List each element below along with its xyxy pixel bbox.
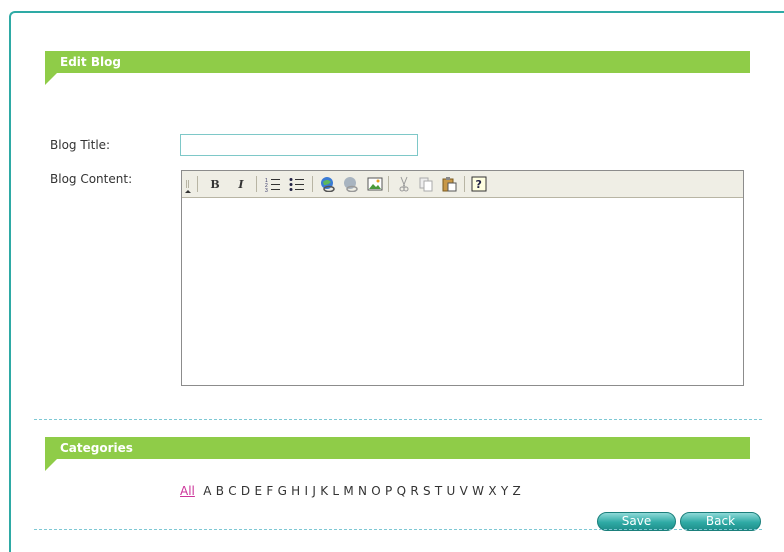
filter-letter-link[interactable]: Z xyxy=(512,484,520,498)
filter-letter-link[interactable]: U xyxy=(447,484,456,498)
insert-image-icon[interactable] xyxy=(367,176,383,192)
filter-letter-link[interactable]: F xyxy=(266,484,273,498)
remove-link-icon[interactable] xyxy=(343,176,359,192)
help-icon[interactable]: ? xyxy=(471,176,487,192)
filter-letter-link[interactable]: C xyxy=(228,484,236,498)
header-tail-decoration xyxy=(45,459,57,471)
filter-letter-link[interactable]: X xyxy=(488,484,496,498)
filter-letter-link[interactable]: J xyxy=(312,484,316,498)
section-divider xyxy=(34,419,762,420)
rich-text-editor: B I 123 ? xyxy=(181,170,744,386)
ordered-list-icon[interactable]: 123 xyxy=(265,176,281,192)
editor-toolbar: B I 123 ? xyxy=(182,171,743,198)
filter-letter-link[interactable]: K xyxy=(320,484,328,498)
filter-letter-link[interactable]: H xyxy=(291,484,300,498)
filter-letter-link[interactable]: L xyxy=(332,484,339,498)
toolbar-separator xyxy=(256,176,257,192)
filter-letter-link[interactable]: P xyxy=(385,484,392,498)
section-divider xyxy=(34,529,762,530)
toolbar-separator xyxy=(464,176,465,192)
toolbar-separator xyxy=(197,176,198,192)
alphabet-filter: All A B C D E F G H I J K L M N O P Q R … xyxy=(180,484,521,498)
toolbar-separator xyxy=(312,176,313,192)
unordered-list-icon[interactable] xyxy=(289,176,305,192)
blog-title-label: Blog Title: xyxy=(50,138,111,152)
edit-blog-title: Edit Blog xyxy=(60,55,121,69)
toolbar-separator xyxy=(388,176,389,192)
filter-letter-link[interactable]: R xyxy=(410,484,418,498)
categories-title: Categories xyxy=(60,441,133,455)
svg-text:3: 3 xyxy=(265,188,268,192)
edit-blog-header: Edit Blog xyxy=(45,51,750,85)
blog-title-input[interactable] xyxy=(180,134,418,156)
filter-letter-link[interactable]: D xyxy=(241,484,250,498)
filter-letter-link[interactable]: W xyxy=(472,484,484,498)
cut-icon[interactable] xyxy=(396,176,412,192)
bold-icon[interactable]: B xyxy=(207,176,223,192)
filter-letter-link[interactable]: S xyxy=(423,484,431,498)
filter-all-link[interactable]: All xyxy=(180,484,195,498)
filter-letter-link[interactable]: M xyxy=(343,484,353,498)
header-tail-decoration xyxy=(45,73,57,85)
blog-content-editor[interactable] xyxy=(182,199,743,385)
svg-text:?: ? xyxy=(476,178,482,191)
copy-icon[interactable] xyxy=(418,176,434,192)
insert-link-icon[interactable] xyxy=(320,176,336,192)
italic-icon[interactable]: I xyxy=(233,176,249,192)
filter-letter-link[interactable]: N xyxy=(358,484,367,498)
filter-letter-link[interactable]: Y xyxy=(501,484,508,498)
paste-icon[interactable] xyxy=(441,176,457,192)
collapse-toolbar-icon[interactable] xyxy=(184,179,192,195)
filter-letter-link[interactable]: T xyxy=(435,484,442,498)
filter-letter-link[interactable]: E xyxy=(254,484,262,498)
filter-letter-link[interactable]: V xyxy=(460,484,468,498)
filter-letter-link[interactable]: B xyxy=(216,484,224,498)
filter-letter-link[interactable]: G xyxy=(278,484,287,498)
filter-letter-link[interactable]: Q xyxy=(397,484,406,498)
filter-letter-link[interactable]: A xyxy=(203,484,211,498)
filter-letter-link[interactable]: I xyxy=(305,484,309,498)
filter-letter-link[interactable]: O xyxy=(371,484,380,498)
blog-content-label: Blog Content: xyxy=(50,172,133,186)
categories-header: Categories xyxy=(45,437,750,471)
